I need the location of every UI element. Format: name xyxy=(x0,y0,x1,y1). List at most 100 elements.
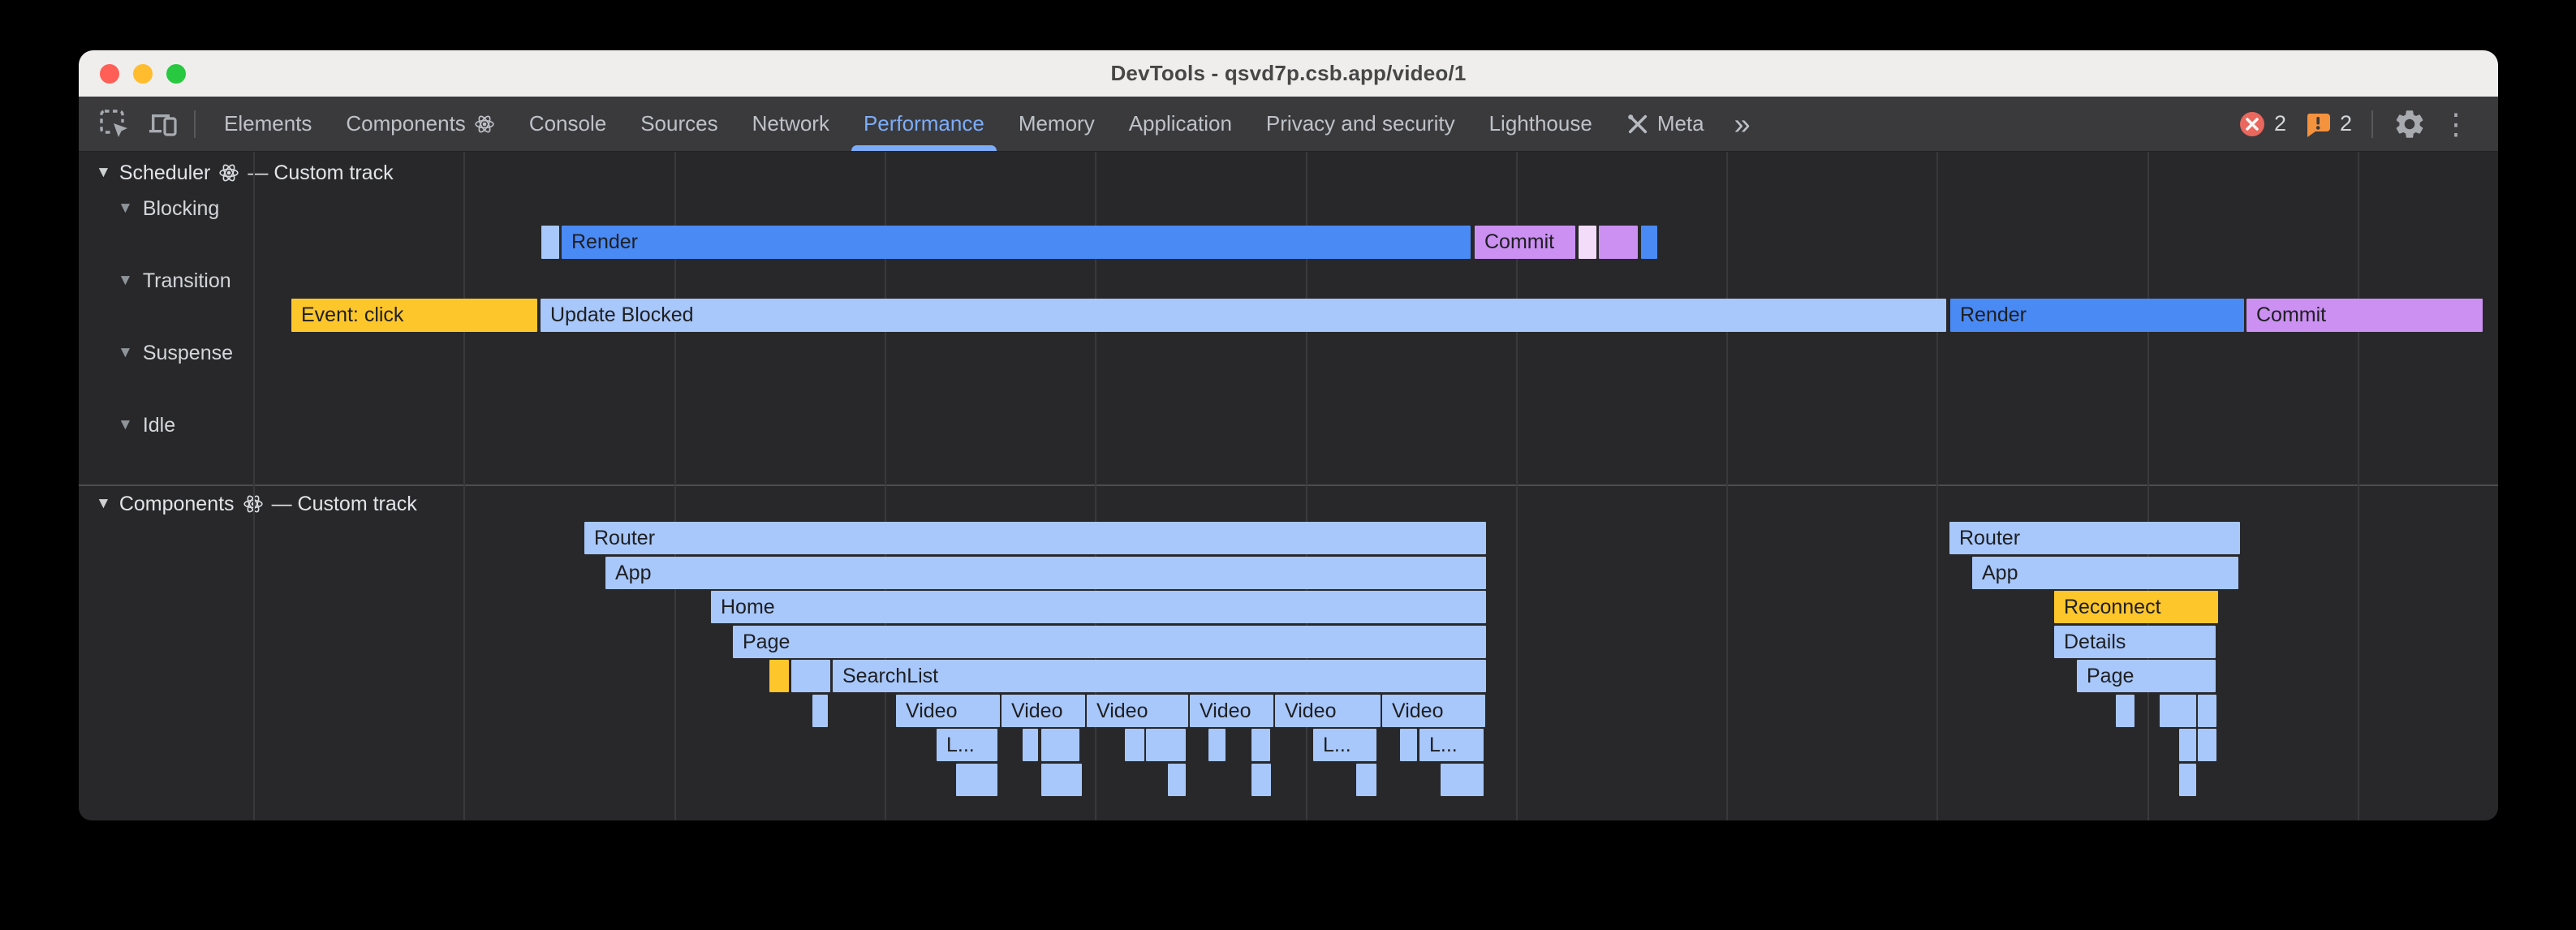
tab-performance[interactable]: Performance xyxy=(846,97,1002,151)
flame-bar-l[interactable]: L... xyxy=(937,729,997,761)
flame-bar[interactable] xyxy=(541,226,559,259)
flame-bar-router[interactable]: Router xyxy=(584,522,1486,554)
flame-bar[interactable] xyxy=(2198,729,2216,761)
flame-bar-video[interactable]: Video xyxy=(1382,695,1485,727)
flame-bar[interactable] xyxy=(1251,764,1271,796)
zoom-window-button[interactable] xyxy=(166,64,186,84)
flame-bar[interactable] xyxy=(812,695,828,727)
flame-bar-l[interactable]: L... xyxy=(1419,729,1484,761)
track-header-scheduler[interactable]: ▼ Scheduler — Custom track xyxy=(96,159,394,187)
timeline-gridline xyxy=(1936,152,1938,820)
flame-bar-update-blocked[interactable]: Update Blocked xyxy=(541,299,1946,332)
flame-bar[interactable] xyxy=(2198,695,2216,727)
flame-bar[interactable] xyxy=(791,660,830,692)
performance-panel: ▼ Scheduler — Custom track ▼ Components … xyxy=(79,152,2498,820)
flame-bar-router[interactable]: Router xyxy=(1949,522,2240,554)
tab-label: Elements xyxy=(224,111,312,136)
flame-bar-video[interactable]: Video xyxy=(1190,695,1273,727)
flame-bar-event-click[interactable]: Event: click xyxy=(291,299,537,332)
timeline-gridline xyxy=(1726,152,1728,820)
lane-label-suspense[interactable]: ▼Suspense xyxy=(118,339,233,367)
more-tabs-button[interactable]: » xyxy=(1721,100,1764,149)
lane-label-transition[interactable]: ▼Transition xyxy=(118,267,231,295)
flame-bar[interactable] xyxy=(2179,764,2196,796)
tab-lighthouse[interactable]: Lighthouse xyxy=(1472,97,1609,151)
flame-bar[interactable] xyxy=(1251,729,1270,761)
flame-bar[interactable] xyxy=(1641,226,1657,259)
flame-bar-page[interactable]: Page xyxy=(733,626,1486,658)
collapse-triangle-icon: ▼ xyxy=(118,200,133,217)
tab-sources[interactable]: Sources xyxy=(623,97,734,151)
flame-bar-home[interactable]: Home xyxy=(711,591,1486,623)
flame-bar[interactable] xyxy=(1599,226,1638,259)
toolbar-right-group: 2 2 ⋮ xyxy=(2238,107,2498,141)
titlebar: DevTools - qsvd7p.csb.app/video/1 xyxy=(79,50,2498,97)
flame-bar[interactable] xyxy=(1208,729,1226,761)
flame-bar[interactable] xyxy=(1579,226,1596,259)
flame-bar-page[interactable]: Page xyxy=(2077,660,2216,692)
tab-components[interactable]: Components xyxy=(329,97,511,151)
active-tab-underline xyxy=(851,145,997,151)
flame-bar[interactable] xyxy=(1400,729,1417,761)
flame-bar-render[interactable]: Render xyxy=(1950,299,2244,332)
flame-bar[interactable] xyxy=(956,764,997,796)
flame-bar[interactable] xyxy=(2160,695,2196,727)
flame-bar[interactable] xyxy=(1356,764,1376,796)
lane-label: Idle xyxy=(143,414,175,437)
collapse-triangle-icon: ▼ xyxy=(118,344,133,362)
issues-icon[interactable] xyxy=(2304,110,2332,138)
issue-count: 2 xyxy=(2340,111,2352,136)
timeline-gridline xyxy=(253,152,255,820)
tab-label: Components xyxy=(346,111,465,136)
timeline-gridline xyxy=(2358,152,2359,820)
flame-bar[interactable] xyxy=(1023,729,1038,761)
flame-bar[interactable] xyxy=(1041,764,1082,796)
settings-gear-icon[interactable] xyxy=(2393,107,2427,141)
flame-bar[interactable] xyxy=(769,660,789,692)
tab-label: Privacy and security xyxy=(1266,111,1455,136)
track-suffix: — Custom track xyxy=(272,493,417,516)
flame-bar[interactable] xyxy=(2179,729,2196,761)
flame-bar-commit[interactable]: Commit xyxy=(1475,226,1575,259)
flame-bar-details[interactable]: Details xyxy=(2054,626,2216,658)
tab-console[interactable]: Console xyxy=(512,97,623,151)
close-window-button[interactable] xyxy=(100,64,119,84)
flame-bar-searchlist[interactable]: SearchList xyxy=(833,660,1486,692)
flame-bar[interactable] xyxy=(2116,695,2134,727)
flame-bar-video[interactable]: Video xyxy=(1275,695,1381,727)
flame-bar[interactable] xyxy=(1041,729,1079,761)
window-title: DevTools - qsvd7p.csb.app/video/1 xyxy=(1110,61,1466,86)
flame-bar[interactable] xyxy=(1168,764,1186,796)
flame-bar-l[interactable]: L... xyxy=(1313,729,1376,761)
lane-label-idle[interactable]: ▼Idle xyxy=(118,411,175,439)
flame-bar[interactable] xyxy=(1441,764,1484,796)
tab-privacy-and-security[interactable]: Privacy and security xyxy=(1249,97,1472,151)
flame-bar-commit[interactable]: Commit xyxy=(2246,299,2483,332)
lane-label-blocking[interactable]: ▼ Blocking xyxy=(118,195,219,222)
flame-bar-video[interactable]: Video xyxy=(896,695,1000,727)
tools-icon xyxy=(1626,113,1649,136)
flame-bar[interactable] xyxy=(1125,729,1144,761)
flame-bar-app[interactable]: App xyxy=(605,557,1486,589)
kebab-menu-icon[interactable]: ⋮ xyxy=(2438,107,2474,141)
tab-meta[interactable]: Meta xyxy=(1609,97,1721,151)
inspect-element-icon[interactable] xyxy=(98,108,131,140)
tab-label: Meta xyxy=(1657,111,1704,136)
tab-network[interactable]: Network xyxy=(735,97,846,151)
traffic-lights xyxy=(100,50,186,97)
flame-bar-video[interactable]: Video xyxy=(1087,695,1188,727)
tab-elements[interactable]: Elements xyxy=(207,97,329,151)
flame-bar-render[interactable]: Render xyxy=(562,226,1471,259)
flame-bar-reconnect[interactable]: Reconnect xyxy=(2054,591,2218,623)
lane-label: Blocking xyxy=(143,197,220,221)
console-errors-icon[interactable] xyxy=(2238,110,2266,138)
minimize-window-button[interactable] xyxy=(133,64,153,84)
tab-application[interactable]: Application xyxy=(1112,97,1249,151)
track-header-components[interactable]: ▼ Components — Custom track xyxy=(96,490,417,518)
flame-bar-video[interactable]: Video xyxy=(1002,695,1085,727)
toggle-device-toolbar-icon[interactable] xyxy=(145,108,179,140)
flame-bar[interactable] xyxy=(1146,729,1186,761)
flame-bar-app[interactable]: App xyxy=(1972,557,2238,589)
tab-memory[interactable]: Memory xyxy=(1002,97,1112,151)
timeline-gridline xyxy=(463,152,465,820)
